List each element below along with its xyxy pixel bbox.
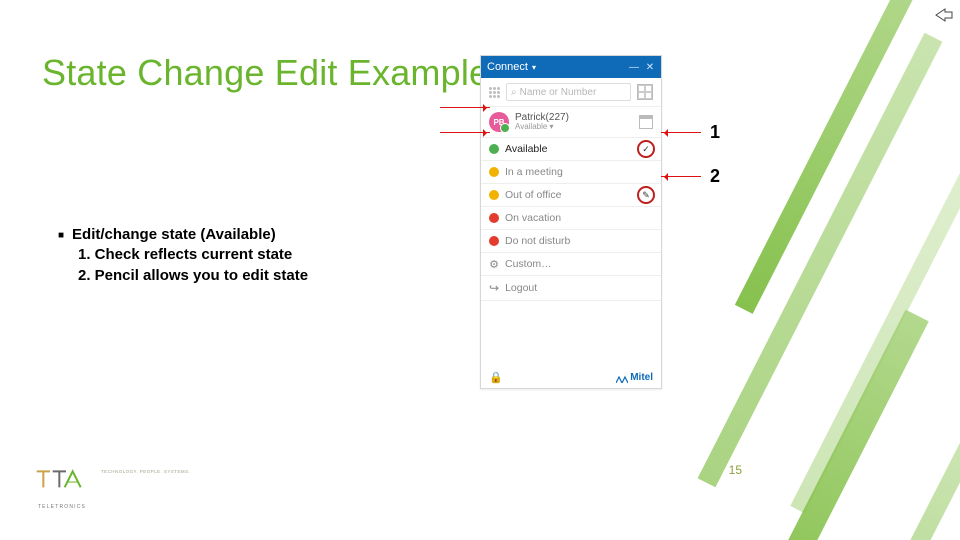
logout-row[interactable]: ↪ Logout xyxy=(481,275,661,300)
calendar-icon[interactable] xyxy=(639,115,653,129)
slide: State Change Edit Example ■Edit/change s… xyxy=(0,0,960,540)
teletronics-logo: TELETRONICS TECHNOLOGY. PEOPLE. SYSTEMS. xyxy=(34,465,195,510)
logout-icon: ↪ xyxy=(489,281,499,295)
status-oof-icon xyxy=(489,190,499,200)
pencil-icon[interactable]: ✎ xyxy=(637,186,655,204)
logo-tagline: TECHNOLOGY. PEOPLE. SYSTEMS. xyxy=(101,469,190,474)
search-input[interactable]: ⌕ Name or Number xyxy=(506,83,631,101)
annotation-label-2: 2 xyxy=(710,166,720,187)
bullet-main: Edit/change state (Available) xyxy=(72,226,276,243)
state-vacation[interactable]: On vacation xyxy=(481,206,661,229)
status-meeting-icon xyxy=(489,167,499,177)
profile-status: Available xyxy=(515,122,547,131)
state-custom[interactable]: ⚙ Custom… xyxy=(481,252,661,275)
panel-title: Connect xyxy=(487,61,528,73)
bg-streak xyxy=(698,33,943,488)
chevron-down-icon: ▾ xyxy=(532,63,536,72)
bg-streak xyxy=(735,0,925,314)
connect-panel: Connect ▾ — ✕ ⌕ Name or Number PB Patrick… xyxy=(480,55,662,389)
logo-text: TELETRONICS xyxy=(34,504,90,510)
mitel-logo: Mitel xyxy=(616,372,653,383)
bullet-sub-2: 2. Pencil allows you to edit state xyxy=(78,266,308,286)
state-meeting[interactable]: In a meeting xyxy=(481,160,661,183)
state-available[interactable]: Available ✓ xyxy=(481,137,661,160)
annotation-arrow xyxy=(440,107,490,108)
annotation-arrow xyxy=(661,132,701,133)
annotation-label-1: 1 xyxy=(710,122,720,143)
cursor-icon xyxy=(935,8,953,22)
search-row: ⌕ Name or Number xyxy=(481,78,661,106)
search-placeholder: Name or Number xyxy=(520,87,597,98)
annotation-arrow xyxy=(440,132,490,133)
panel-footer: 🔒 Mitel xyxy=(481,300,661,388)
bullet-list: ■Edit/change state (Available) 1. Check … xyxy=(58,225,308,286)
avatar: PB xyxy=(489,112,509,132)
bg-streak xyxy=(853,421,960,540)
profile-row[interactable]: PB Patrick(227) Available ▾ xyxy=(481,106,661,137)
status-vacation-icon xyxy=(489,213,499,223)
state-dnd[interactable]: Do not disturb xyxy=(481,229,661,252)
page-title: State Change Edit Example xyxy=(42,52,489,94)
status-dnd-icon xyxy=(489,236,499,246)
dialpad-icon[interactable] xyxy=(489,87,500,98)
lock-icon: 🔒 xyxy=(489,371,503,384)
status-available-icon xyxy=(489,144,499,154)
state-out-of-office[interactable]: Out of office ✎ xyxy=(481,183,661,206)
keypad-icon[interactable] xyxy=(637,84,653,100)
annotation-arrow xyxy=(661,176,701,177)
panel-titlebar[interactable]: Connect ▾ — ✕ xyxy=(481,56,661,78)
presence-dot-icon xyxy=(500,123,510,133)
bullet-sub-1: 1. Check reflects current state xyxy=(78,245,308,265)
close-icon[interactable]: ✕ xyxy=(645,62,655,72)
search-icon: ⌕ xyxy=(511,87,517,98)
minimize-icon[interactable]: — xyxy=(629,62,639,72)
gear-icon: ⚙ xyxy=(489,259,499,269)
page-number: 15 xyxy=(729,463,742,477)
check-icon: ✓ xyxy=(637,140,655,158)
